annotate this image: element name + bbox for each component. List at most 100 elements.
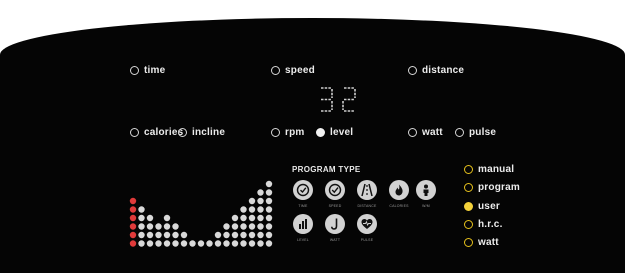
indicator-distance-led bbox=[408, 66, 417, 75]
profile-dot bbox=[172, 223, 179, 230]
profile-dot bbox=[240, 206, 247, 213]
program-level-button[interactable]: LEVEL bbox=[289, 214, 317, 242]
profile-dot bbox=[231, 240, 239, 247]
profile-dot bbox=[163, 214, 171, 222]
mode-hrc-led bbox=[464, 220, 473, 229]
program-calories-button[interactable]: CALORIES bbox=[385, 180, 413, 208]
hook-icon bbox=[325, 214, 345, 234]
mode-program[interactable]: program bbox=[464, 182, 520, 193]
profile-dot bbox=[265, 180, 273, 188]
program-watt-label: WATT bbox=[329, 238, 341, 242]
profile-dot bbox=[138, 206, 145, 213]
indicator-time-led bbox=[130, 66, 139, 75]
profile-dot bbox=[265, 189, 273, 196]
mode-manual-led bbox=[464, 165, 473, 174]
heart-pulse-icon bbox=[357, 214, 377, 234]
profile-dot-matrix bbox=[129, 180, 273, 247]
profile-dot bbox=[240, 223, 247, 230]
program-pulse-button[interactable]: PULSE bbox=[353, 214, 381, 242]
profile-dot bbox=[248, 231, 256, 239]
indicator-rpm: rpm bbox=[271, 127, 305, 138]
person-icon bbox=[416, 180, 436, 200]
mode-watt[interactable]: watt bbox=[464, 237, 499, 248]
profile-dot bbox=[231, 214, 239, 222]
profile-dot bbox=[129, 231, 137, 239]
profile-dot bbox=[257, 189, 264, 196]
profile-dot bbox=[223, 240, 230, 247]
program-wm-button[interactable]: W/M bbox=[412, 180, 440, 208]
profile-dot bbox=[206, 240, 213, 247]
mode-manual-label: manual bbox=[478, 164, 515, 175]
indicator-calories: calories bbox=[130, 127, 183, 138]
indicator-rpm-label: rpm bbox=[285, 127, 305, 138]
profile-dot bbox=[248, 240, 256, 247]
mode-user-led bbox=[464, 202, 473, 211]
profile-dot bbox=[257, 214, 264, 222]
profile-dot bbox=[231, 231, 239, 239]
indicator-distance: distance bbox=[408, 65, 464, 76]
profile-dot bbox=[180, 240, 188, 247]
profile-dot bbox=[257, 197, 264, 205]
program-wm-label: W/M bbox=[422, 204, 430, 208]
profile-dot bbox=[172, 231, 179, 239]
program-time-label: TIME bbox=[298, 204, 308, 208]
indicator-calories-led bbox=[130, 128, 139, 137]
program-time-button[interactable]: TIME bbox=[289, 180, 317, 208]
program-watt-button[interactable]: WATT bbox=[321, 214, 349, 242]
profile-dot bbox=[146, 214, 154, 222]
clock-icon bbox=[293, 180, 313, 200]
profile-dot bbox=[231, 223, 239, 230]
profile-dot bbox=[155, 240, 162, 247]
indicator-pulse: pulse bbox=[455, 127, 496, 138]
mode-manual[interactable]: manual bbox=[464, 164, 514, 175]
indicator-incline: incline bbox=[178, 127, 225, 138]
profile-dot bbox=[257, 223, 264, 230]
indicator-watt: watt bbox=[408, 127, 443, 138]
profile-dot bbox=[214, 231, 222, 239]
profile-dot bbox=[129, 197, 137, 205]
profile-dot bbox=[248, 223, 256, 230]
profile-dot bbox=[197, 240, 205, 247]
mode-user[interactable]: user bbox=[464, 201, 500, 212]
profile-dot bbox=[265, 214, 273, 222]
profile-dot bbox=[223, 223, 230, 230]
profile-dot bbox=[163, 231, 171, 239]
profile-dot bbox=[138, 214, 145, 222]
profile-dot bbox=[163, 240, 171, 247]
program-speed-label: SPEED bbox=[328, 204, 342, 208]
indicator-distance-label: distance bbox=[422, 65, 465, 76]
profile-dot bbox=[265, 223, 273, 230]
profile-dot bbox=[146, 223, 154, 230]
profile-dot bbox=[248, 214, 256, 222]
mode-hrc-label: h.r.c. bbox=[478, 219, 503, 230]
indicator-incline-led bbox=[178, 128, 187, 137]
profile-dot bbox=[189, 240, 196, 247]
profile-dot bbox=[138, 240, 145, 247]
indicator-level: level bbox=[316, 127, 353, 138]
program-type-title: PROGRAM TYPE bbox=[292, 165, 361, 174]
indicator-level-label: level bbox=[330, 127, 354, 138]
flame-icon bbox=[389, 180, 409, 200]
profile-dot bbox=[248, 197, 256, 205]
profile-dot bbox=[129, 214, 137, 222]
bars-icon bbox=[293, 214, 313, 234]
program-speed-button[interactable]: SPEED bbox=[321, 180, 349, 208]
profile-dot bbox=[257, 240, 264, 247]
profile-dot bbox=[180, 231, 188, 239]
profile-dot bbox=[265, 206, 273, 213]
indicator-watt-label: watt bbox=[422, 127, 443, 138]
profile-dot bbox=[214, 240, 222, 247]
speedometer-icon bbox=[325, 180, 345, 200]
indicator-level-led bbox=[316, 128, 325, 137]
program-distance-button[interactable]: DISTANCE bbox=[353, 180, 381, 208]
profile-dot bbox=[138, 231, 145, 239]
profile-dot bbox=[129, 240, 137, 247]
mode-hrc[interactable]: h.r.c. bbox=[464, 219, 503, 230]
indicator-speed: speed bbox=[271, 65, 315, 76]
profile-dot bbox=[240, 231, 247, 239]
profile-dot bbox=[155, 223, 162, 230]
road-icon bbox=[357, 180, 377, 200]
profile-dot bbox=[146, 231, 154, 239]
profile-dot bbox=[163, 223, 171, 230]
indicator-speed-led bbox=[271, 66, 280, 75]
